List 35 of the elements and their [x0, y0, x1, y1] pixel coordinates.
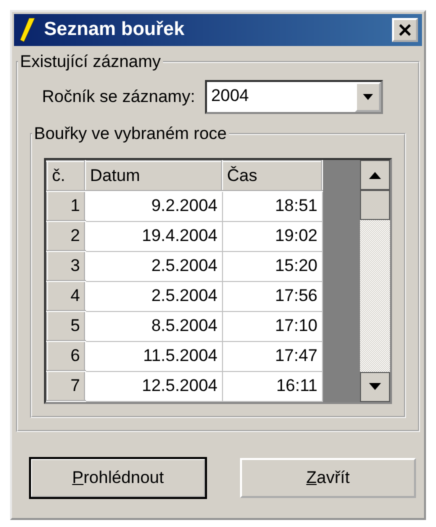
table-cell: 12.5.2004 — [85, 371, 222, 401]
row-number: 5 — [47, 311, 85, 341]
row-number: 2 — [47, 221, 85, 251]
table-cell: 9.2.2004 — [85, 191, 222, 221]
column-header[interactable]: Čas — [222, 161, 322, 191]
table-cell: 11.5.2004 — [85, 341, 222, 371]
dialog-button[interactable]: Prohlédnout — [30, 458, 206, 498]
window-title: Seznam bouřek — [44, 19, 186, 41]
table-cell: 2.5.2004 — [85, 281, 222, 311]
close-icon — [398, 24, 412, 36]
table-cell: 18:51 — [222, 191, 322, 221]
close-button[interactable] — [392, 18, 418, 42]
table-cell: 8.5.2004 — [85, 311, 222, 341]
row-number: 4 — [47, 281, 85, 311]
column-header[interactable]: č. — [47, 161, 85, 191]
dialog-button[interactable]: Zavřít — [240, 458, 416, 498]
table-cell: 16:11 — [222, 371, 322, 401]
column-header[interactable]: Datum — [85, 161, 222, 191]
row-number: 7 — [47, 371, 85, 401]
group-title: Existující záznamy — [19, 52, 162, 72]
row-number: 3 — [47, 251, 85, 281]
row-number: 6 — [47, 341, 85, 371]
table-cell: 17:10 — [222, 311, 322, 341]
table-cell: 17:56 — [222, 281, 322, 311]
group-title: Bouřky ve vybraném roce — [33, 124, 228, 144]
scrollbar[interactable] — [360, 160, 390, 402]
table-cell: 2.5.2004 — [85, 251, 222, 281]
year-dropdown[interactable]: 2004 — [205, 80, 384, 114]
year-label: Ročník se záznamy: — [42, 87, 196, 107]
caret-icon — [363, 94, 374, 100]
table-cell: 19.4.2004 — [85, 221, 222, 251]
table-cell: 15:20 — [222, 251, 322, 281]
row-number: 1 — [47, 191, 85, 221]
table-cell: 19:02 — [222, 221, 322, 251]
table-cell: 17:47 — [222, 341, 322, 371]
